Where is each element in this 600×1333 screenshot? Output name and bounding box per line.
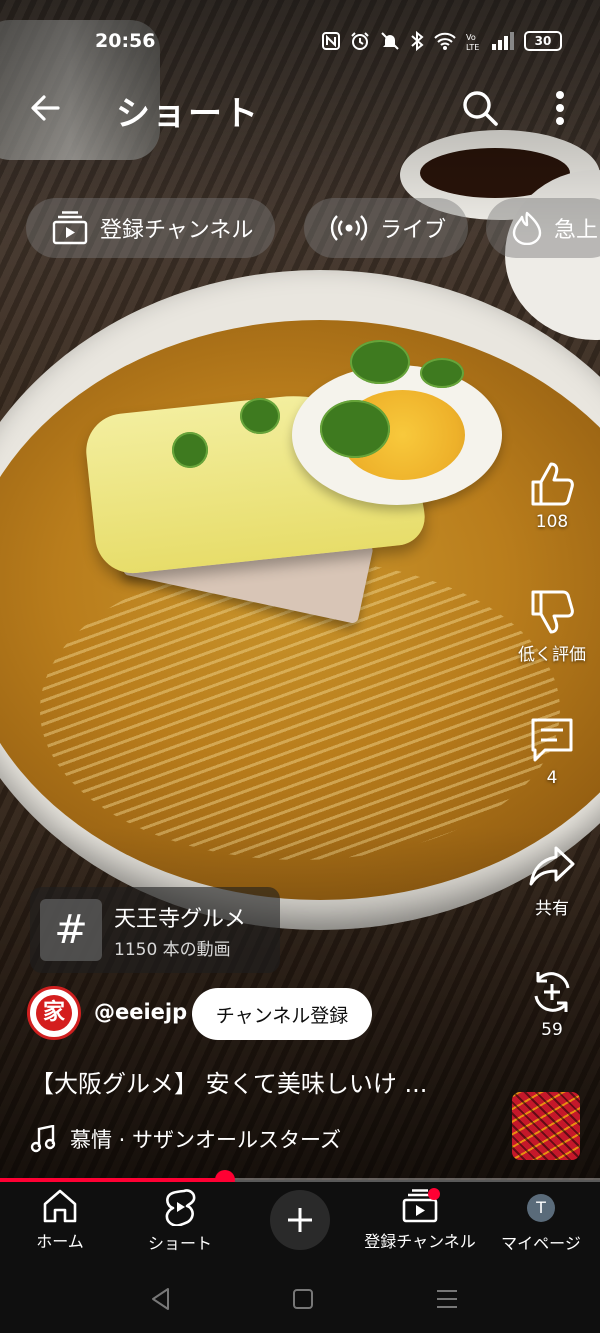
alarm-icon xyxy=(351,32,369,50)
channel-avatar[interactable]: 家 xyxy=(27,986,81,1040)
avatar-glyph: 家 xyxy=(36,995,72,1031)
music-thumbnail[interactable] xyxy=(512,1092,580,1160)
system-back-icon[interactable] xyxy=(146,1284,176,1314)
more-options-icon[interactable] xyxy=(540,86,580,130)
subscribe-button[interactable]: チャンネル登録 xyxy=(192,988,372,1040)
share-label: 共有 xyxy=(535,899,569,919)
chip-label: ライブ xyxy=(380,218,447,243)
header: ショート xyxy=(0,80,600,136)
share-icon xyxy=(529,846,575,886)
nav-home[interactable]: ホーム xyxy=(28,1188,92,1252)
thumbs-up-icon xyxy=(531,462,574,506)
system-recents-icon[interactable] xyxy=(432,1284,462,1314)
svg-text:Vo: Vo xyxy=(466,33,476,42)
system-navigation xyxy=(0,1264,600,1333)
nav-my-page[interactable]: T マイページ xyxy=(496,1188,586,1254)
trending-icon xyxy=(512,211,542,245)
live-icon xyxy=(330,215,368,241)
home-icon xyxy=(43,1189,77,1223)
comment-icon xyxy=(531,718,573,762)
like-button[interactable]: 108 xyxy=(504,460,600,532)
battery-icon: 30 xyxy=(524,31,562,51)
status-time: 20:56 xyxy=(95,30,156,52)
nav-subscriptions[interactable]: 登録チャンネル xyxy=(360,1188,480,1252)
remix-count: 59 xyxy=(541,1020,563,1040)
dislike-button[interactable]: 低く評価 xyxy=(504,588,600,665)
volte-icon: VoLTE xyxy=(466,33,479,51)
nav-label: マイページ xyxy=(501,1234,581,1253)
hashtag-title: 天王寺グルメ xyxy=(114,907,247,932)
chip-subscriptions[interactable]: 登録チャンネル xyxy=(26,198,276,258)
music-note-icon xyxy=(30,1125,56,1153)
music-title: 慕情 · サザンオールスターズ xyxy=(70,1128,341,1152)
dislike-label: 低く評価 xyxy=(518,645,586,665)
nav-label: ホーム xyxy=(36,1232,84,1251)
system-home-icon[interactable] xyxy=(288,1284,318,1314)
profile-avatar: T xyxy=(527,1194,555,1222)
nfc-icon xyxy=(322,32,340,50)
thumbs-down-icon xyxy=(531,590,574,634)
notification-dot xyxy=(428,1188,440,1200)
back-arrow-icon[interactable] xyxy=(24,86,68,130)
search-icon[interactable] xyxy=(458,86,502,130)
signal-icon xyxy=(492,32,514,50)
video-title[interactable]: 【大阪グルメ】 安くて美味しいけ ... xyxy=(30,1064,427,1099)
remix-icon xyxy=(534,972,570,1012)
comment-count: 4 xyxy=(546,768,558,788)
create-icon xyxy=(288,1208,312,1232)
nav-label: 登録チャンネル xyxy=(364,1232,476,1251)
page-title: ショート xyxy=(116,94,260,134)
comments-button[interactable]: 4 xyxy=(504,716,600,788)
music-row[interactable]: 慕情 · サザンオールスターズ xyxy=(30,1124,341,1154)
nav-label: ショート xyxy=(147,1234,212,1253)
hashtag-card[interactable]: # 天王寺グルメ 1150 本の動画 xyxy=(30,887,280,973)
remix-button[interactable]: 59 xyxy=(504,968,600,1040)
wifi-icon xyxy=(434,32,456,50)
status-bar: 20:56 Vo LTE 30 xyxy=(0,24,600,58)
chip-label: 急上 xyxy=(554,218,599,243)
hashtag-video-count: 1150 本の動画 xyxy=(114,940,231,960)
mute-icon xyxy=(381,32,399,50)
hashtag-icon: # xyxy=(40,899,102,961)
chip-label: 登録チャンネル xyxy=(100,218,254,243)
create-button[interactable] xyxy=(270,1190,330,1250)
channel-handle[interactable]: @eeiejp xyxy=(94,1000,187,1024)
bluetooth-icon xyxy=(411,31,424,51)
nav-shorts[interactable]: ショート xyxy=(140,1188,220,1254)
svg-text:LTE: LTE xyxy=(466,43,479,51)
like-count: 108 xyxy=(535,512,569,532)
share-button[interactable]: 共有 xyxy=(504,842,600,919)
subscriptions-icon xyxy=(52,211,88,245)
shorts-icon xyxy=(165,1189,196,1226)
status-icons: Vo LTE 30 xyxy=(322,31,562,51)
chip-live[interactable]: ライブ xyxy=(304,198,469,258)
chip-trending[interactable]: 急上 xyxy=(486,198,600,258)
filter-chips: 登録チャンネル ライブ 急上 xyxy=(26,198,600,258)
bottom-navigation: ホーム ショート 登録チャンネル T マイページ xyxy=(0,1182,600,1264)
